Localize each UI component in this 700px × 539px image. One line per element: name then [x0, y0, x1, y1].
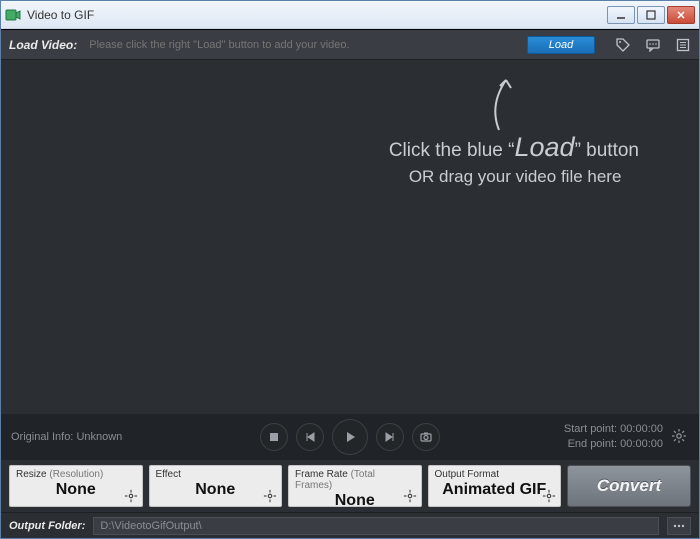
tag-icon[interactable] — [615, 37, 631, 53]
video-drop-area[interactable]: Click the blue “Load” button OR drag you… — [1, 60, 699, 414]
browse-button[interactable] — [667, 517, 691, 535]
trim-points: Start point: 00:00:00 End point: 00:00:0… — [564, 422, 663, 452]
options-row: Resize (Resolution) None Effect None Fra… — [1, 460, 699, 512]
trim-settings-icon[interactable] — [671, 428, 689, 446]
overlay-text: Click the blue “Load” button OR drag you… — [389, 132, 639, 187]
effect-option[interactable]: Effect None — [149, 465, 283, 507]
maximize-button[interactable] — [637, 6, 665, 24]
close-button[interactable] — [667, 6, 695, 24]
overlay-line2: OR drag your video file here — [409, 167, 639, 187]
output-folder-label: Output Folder: — [9, 520, 85, 532]
window-controls — [607, 6, 695, 24]
app-window: Video to GIF Load Video: Load — [0, 0, 700, 539]
overlay-line1: Click the blue “Load” button — [389, 132, 639, 163]
load-video-label: Load Video: — [9, 38, 77, 52]
resize-option[interactable]: Resize (Resolution) None — [9, 465, 143, 507]
play-button[interactable] — [332, 419, 368, 455]
prev-frame-button[interactable] — [296, 423, 324, 451]
framerate-option[interactable]: Frame Rate (Total Frames) None — [288, 465, 422, 507]
toolbar-icons — [615, 37, 691, 53]
output-folder-row: Output Folder: — [1, 512, 699, 538]
load-button[interactable]: Load — [527, 36, 595, 54]
convert-button[interactable]: Convert — [567, 465, 691, 507]
app-icon — [5, 7, 21, 23]
next-frame-button[interactable] — [376, 423, 404, 451]
gear-icon — [542, 489, 556, 503]
gear-icon — [263, 489, 277, 503]
minimize-button[interactable] — [607, 6, 635, 24]
output-format-option[interactable]: Output Format Animated GIF — [428, 465, 562, 507]
comment-icon[interactable] — [645, 37, 661, 53]
video-path-input[interactable] — [85, 35, 519, 55]
arrow-icon — [474, 70, 524, 140]
playback-controls-row: Original Info: Unknown Start point: 00:0… — [1, 414, 699, 460]
snapshot-button[interactable] — [412, 423, 440, 451]
output-folder-input[interactable] — [93, 517, 659, 535]
gear-icon — [403, 489, 417, 503]
ellipsis-icon — [672, 521, 686, 531]
stop-button[interactable] — [260, 423, 288, 451]
play-controls — [260, 419, 440, 455]
original-info: Original Info: Unknown — [11, 431, 122, 443]
load-bar: Load Video: Load — [1, 30, 699, 60]
titlebar[interactable]: Video to GIF — [1, 1, 699, 29]
window-title: Video to GIF — [27, 8, 607, 22]
list-icon[interactable] — [675, 37, 691, 53]
client-area: Load Video: Load Click the blue “Load” b… — [1, 29, 699, 538]
gear-icon — [124, 489, 138, 503]
